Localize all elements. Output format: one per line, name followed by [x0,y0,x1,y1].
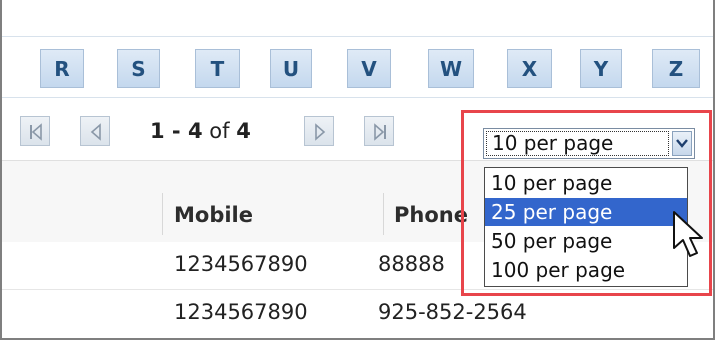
column-header-mobile[interactable]: Mobile [174,203,253,227]
letter-filter-x[interactable]: X [507,49,552,88]
previous-page-button[interactable] [80,116,110,146]
range-end: 4 [187,119,203,143]
column-divider [383,193,384,235]
next-page-icon [315,123,326,141]
page-size-dropdown-list: 10 per page 25 per page 50 per page 100 … [484,167,688,287]
letter-filter-t[interactable]: T [195,49,240,88]
phone-cell: 925-852-2564 [378,300,527,324]
phone-cell: 88888 [378,252,445,276]
letter-filter-z[interactable]: Z [652,49,700,88]
page-size-option-25[interactable]: 25 per page [485,198,687,226]
letter-filter-v[interactable]: V [347,49,391,88]
page-size-option-100[interactable]: 100 per page [485,256,687,284]
first-page-button[interactable] [20,116,50,146]
letter-filter-u[interactable]: U [270,49,312,88]
next-page-button[interactable] [304,116,334,146]
mobile-cell: 1234567890 [174,300,308,324]
page-range-text: 1 - 4 of 4 [150,116,251,146]
last-page-button[interactable] [364,116,394,146]
range-start: 1 [150,119,165,143]
last-page-icon [374,123,386,141]
page-size-option-10[interactable]: 10 per page [485,169,687,197]
range-of-label: of [202,119,237,143]
range-separator: - [164,119,188,143]
letter-filter-w[interactable]: W [428,49,474,88]
column-header-phone[interactable]: Phone [394,203,468,227]
first-page-icon [30,123,42,141]
mouse-pointer-icon [673,211,703,257]
range-total: 4 [236,119,251,143]
page-size-option-50[interactable]: 50 per page [485,227,687,255]
letter-filter-s[interactable]: S [117,49,160,88]
letter-filter-y[interactable]: Y [580,49,622,88]
mobile-cell: 1234567890 [174,252,308,276]
column-divider [162,193,163,235]
alphabet-filter-bar: R S T U V W X Y Z [2,36,713,98]
previous-page-icon [90,123,101,141]
top-area [2,0,713,36]
letter-filter-r[interactable]: R [40,49,84,88]
table-row[interactable]: 1234567890 925-852-2564 [2,290,713,338]
